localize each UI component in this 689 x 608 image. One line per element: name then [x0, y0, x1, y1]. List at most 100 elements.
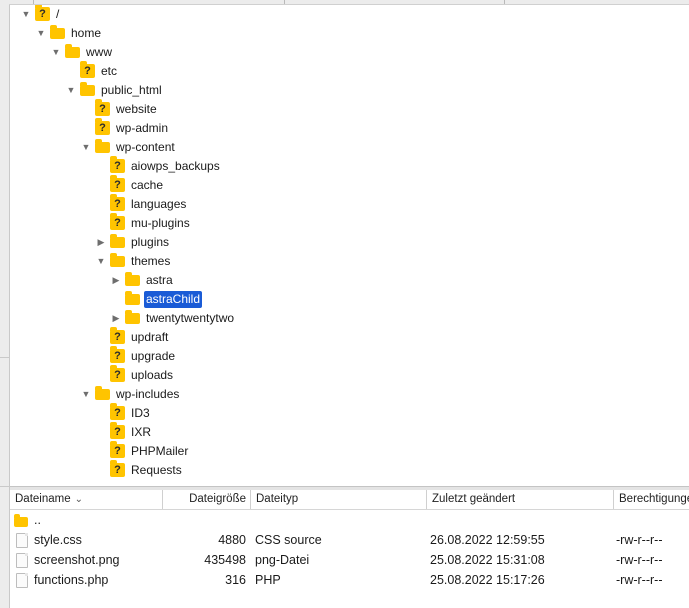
disclosure-open-icon[interactable]: ▼ [20, 5, 32, 24]
folder-icon [125, 272, 140, 286]
tree-item-themes[interactable]: ▼ themes [10, 252, 680, 271]
tree-item-label: plugins [131, 235, 170, 249]
column-header-size[interactable]: Dateigröße [162, 490, 250, 509]
disclosure-open-icon[interactable]: ▼ [95, 252, 107, 271]
tree-item-requests[interactable]: ? Requests [10, 460, 680, 480]
column-header-permissions-label: Berechtigungen [619, 493, 689, 505]
folder-icon [125, 310, 140, 324]
tree-item-mu-plugins[interactable]: ? mu-plugins [10, 213, 680, 233]
tree-item-label: wp-includes [116, 387, 180, 401]
left-panel-edge [0, 0, 10, 608]
gutter-divider [0, 357, 9, 358]
tree-item-label: mu-plugins [131, 216, 190, 230]
tree-item-label: upgrade [131, 349, 176, 363]
tree-item-wp-includes[interactable]: ▼ wp-includes [10, 385, 680, 404]
disclosure-closed-icon[interactable]: ▶ [95, 233, 107, 252]
tree-item-languages[interactable]: ? languages [10, 194, 680, 214]
column-header-size-label: Dateigröße [189, 493, 246, 505]
disclosure-open-icon[interactable]: ▼ [35, 24, 47, 43]
tree-item-phpmailer[interactable]: ? PHPMailer [10, 441, 680, 461]
file-list-header: Dateiname ⌄ Dateigröße Dateityp Zuletzt g… [10, 490, 689, 510]
folder-icon [110, 253, 125, 267]
file-icon [16, 573, 28, 588]
column-header-modified-label: Zuletzt geändert [432, 493, 516, 505]
tree-item-label: wp-admin [116, 121, 169, 135]
tree-item-astra[interactable]: ▶ astra [10, 271, 680, 290]
column-header-name-label: Dateiname [15, 493, 71, 505]
file-name-cell: style.css [34, 533, 82, 547]
tree-item-id3[interactable]: ? ID3 [10, 403, 680, 423]
file-modified-cell: 26.08.2022 12:59:55 [430, 533, 545, 547]
file-row[interactable]: style.css 4880 CSS source 26.08.2022 12:59:… [10, 530, 689, 550]
file-perms-cell: -rw-r--r-- [616, 553, 663, 567]
tree-item-label: astra [146, 273, 173, 287]
file-icon [16, 533, 28, 548]
tree-item-label: wp-content [116, 140, 175, 154]
disclosure-open-icon[interactable]: ▼ [80, 385, 92, 404]
gutter-divider [0, 486, 9, 487]
disclosure-open-icon[interactable]: ▼ [50, 43, 62, 62]
column-header-type[interactable]: Dateityp [250, 490, 426, 509]
tree-item-etc[interactable]: ? etc [10, 61, 680, 81]
parent-directory-row[interactable]: .. [10, 510, 689, 530]
tree-item-website[interactable]: ? website [10, 99, 680, 119]
unknown-folder-icon: ? [110, 403, 125, 420]
unknown-folder-icon: ? [110, 460, 125, 477]
file-row[interactable]: screenshot.png 435498 png-Datei 25.08.2022 … [10, 550, 689, 570]
unknown-folder-icon: ? [110, 194, 125, 211]
unknown-folder-icon: ? [95, 118, 110, 135]
file-size-cell: 316 [225, 573, 246, 587]
tree-item-label: twentytwentytwo [146, 311, 235, 325]
column-header-type-label: Dateityp [256, 493, 299, 505]
disclosure-closed-icon[interactable]: ▶ [110, 271, 122, 290]
column-header-modified[interactable]: Zuletzt geändert [426, 490, 613, 509]
tree-item-ixr[interactable]: ? IXR [10, 422, 680, 442]
unknown-folder-icon: ? [110, 365, 125, 382]
tree-item-cache[interactable]: ? cache [10, 175, 680, 195]
file-name-cell: screenshot.png [34, 553, 120, 567]
tree-item-astrachild[interactable]: astraChild [10, 290, 680, 309]
file-icon [16, 553, 28, 568]
tree-item-label: ID3 [131, 406, 150, 420]
column-tick [504, 0, 505, 4]
column-tick [33, 0, 34, 4]
tree-item-label: website [116, 102, 157, 116]
tree-item-plugins[interactable]: ▶ plugins [10, 233, 680, 252]
column-header-permissions[interactable]: Berechtigungen [613, 490, 689, 509]
tree-item-updraft[interactable]: ? updraft [10, 327, 680, 347]
folder-icon [14, 514, 28, 527]
tree-item-home[interactable]: ▼ home [10, 24, 680, 43]
tree-item-public-html[interactable]: ▼ public_html [10, 81, 680, 100]
tree-item-root[interactable]: ▼? / [10, 5, 680, 24]
tree-item-aiowps-backups[interactable]: ? aiowps_backups [10, 156, 680, 176]
file-modified-cell: 25.08.2022 15:17:26 [430, 573, 545, 587]
tree-item-label: themes [131, 254, 171, 268]
tree-item-label: uploads [131, 368, 174, 382]
disclosure-open-icon[interactable]: ▼ [80, 138, 92, 157]
file-perms-cell: -rw-r--r-- [616, 533, 663, 547]
unknown-folder-icon: ? [110, 213, 125, 230]
tree-item-www[interactable]: ▼ www [10, 43, 680, 62]
disclosure-closed-icon[interactable]: ▶ [110, 309, 122, 328]
file-type-cell: png-Datei [255, 553, 310, 567]
unknown-folder-icon: ? [35, 5, 50, 21]
tree-item-twentytwentytwo[interactable]: ▶ twentytwentytwo [10, 309, 680, 328]
unknown-folder-icon: ? [80, 61, 95, 78]
tree-item-label: home [71, 26, 102, 40]
unknown-folder-icon: ? [95, 99, 110, 116]
disclosure-open-icon[interactable]: ▼ [65, 81, 77, 100]
tree-item-wp-admin[interactable]: ? wp-admin [10, 118, 680, 138]
tree-item-wp-content[interactable]: ▼ wp-content [10, 138, 680, 157]
file-type-cell: PHP [255, 573, 281, 587]
remote-directory-tree[interactable]: ▼? / ▼ home ▼ www? etc ▼ public_html? website? wp-… [10, 5, 689, 485]
tree-item-label: astraChild [144, 291, 203, 308]
tree-item-uploads[interactable]: ? uploads [10, 365, 680, 385]
unknown-folder-icon: ? [110, 156, 125, 173]
column-header-name[interactable]: Dateiname ⌄ [10, 490, 162, 509]
tree-item-upgrade[interactable]: ? upgrade [10, 346, 680, 366]
file-row[interactable]: functions.php 316 PHP 25.08.2022 15:17:26 -r… [10, 570, 689, 590]
file-modified-cell: 25.08.2022 15:31:08 [430, 553, 545, 567]
tree-item-label: public_html [101, 83, 162, 97]
unknown-folder-icon: ? [110, 422, 125, 439]
tree-item-label: www [86, 45, 112, 59]
